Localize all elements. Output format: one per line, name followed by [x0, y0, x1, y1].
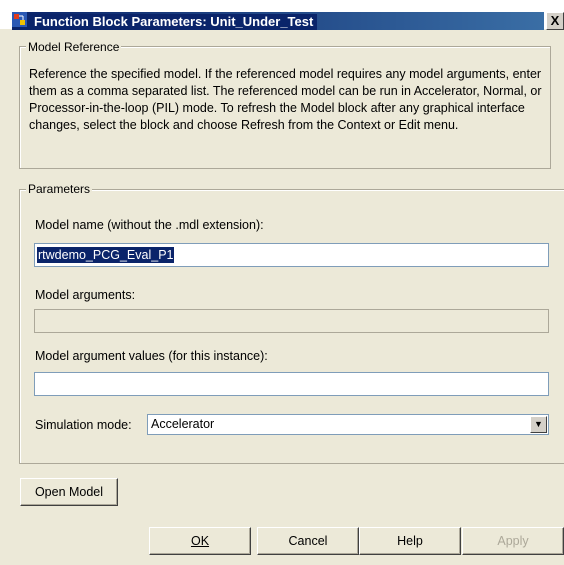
help-button-label: Help [397, 534, 423, 548]
apply-button-label: Apply [497, 534, 529, 548]
simulation-mode-value: Accelerator [151, 417, 215, 431]
cancel-button[interactable]: Cancel [257, 527, 359, 555]
open-model-button[interactable]: Open Model [20, 478, 118, 506]
model-name-field[interactable]: rtwdemo_PCG_Eval_P1 [34, 243, 549, 267]
simulation-mode-label: Simulation mode: [35, 418, 132, 432]
chevron-down-icon[interactable]: ▼ [530, 416, 547, 433]
model-arguments-label: Model arguments: [35, 288, 136, 302]
help-button[interactable]: Help [359, 527, 461, 555]
close-button[interactable]: X [546, 12, 564, 30]
simulation-mode-select[interactable]: Accelerator ▼ [147, 414, 549, 435]
model-name-label: Model name (without the .mdl extension): [35, 218, 264, 232]
ok-button-label: OK [190, 534, 210, 548]
title-bar[interactable]: Function Block Parameters: Unit_Under_Te… [0, 0, 564, 30]
model-arguments-field[interactable] [34, 309, 549, 333]
simulink-block-icon [12, 12, 27, 27]
model-argument-values-field[interactable] [34, 372, 549, 396]
cancel-button-label: Cancel [288, 534, 328, 548]
model-reference-legend: Model Reference [26, 40, 122, 54]
model-reference-description: Reference the specified model. If the re… [29, 67, 542, 132]
dialog-window: Function Block Parameters: Unit_Under_Te… [0, 0, 564, 565]
model-name-value: rtwdemo_PCG_Eval_P1 [37, 247, 175, 263]
apply-button[interactable]: Apply [462, 527, 564, 555]
parameters-legend: Parameters [26, 182, 93, 196]
model-argument-values-label: Model argument values (for this instance… [35, 349, 268, 363]
ok-button[interactable]: OK [149, 527, 251, 555]
window-title: Function Block Parameters: Unit_Under_Te… [30, 14, 318, 30]
